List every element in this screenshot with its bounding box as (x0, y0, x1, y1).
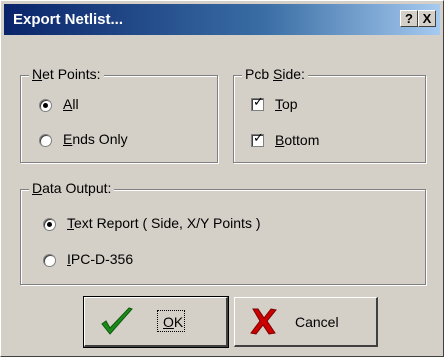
radio-selected-dot (47, 222, 52, 227)
checkmark-icon: ✓ (253, 131, 264, 146)
title-bar[interactable]: Export Netlist... ? X (4, 4, 440, 35)
cancel-button[interactable]: Cancel (234, 297, 378, 347)
window-title: Export Netlist... (13, 11, 124, 28)
radio-all[interactable] (39, 99, 52, 112)
radio-all-label[interactable]: All (63, 96, 79, 112)
net-points-group: Net Points: All Ends Only (20, 66, 218, 163)
export-netlist-dialog: Export Netlist... ? X Net Points: All En… (0, 0, 444, 357)
radio-ends-only-label[interactable]: Ends Only (63, 131, 128, 147)
net-points-legend: Net Points: (29, 66, 104, 82)
pcb-side-group: Pcb Side: ✓ Top ✓ Bottom (233, 66, 426, 163)
close-button[interactable]: X (418, 10, 436, 27)
checkbox-top-label[interactable]: Top (275, 96, 298, 112)
radio-text-report[interactable] (43, 218, 56, 231)
radio-ipc-d-356-label[interactable]: IPC-D-356 (67, 251, 133, 267)
radio-ends-only[interactable] (39, 134, 52, 147)
ok-label: OK (163, 314, 184, 330)
checkbox-top[interactable]: ✓ (251, 95, 264, 111)
checkbox-bottom[interactable]: ✓ (251, 131, 264, 147)
pcb-side-legend: Pcb Side: (242, 66, 308, 82)
help-button[interactable]: ? (400, 10, 418, 27)
data-output-group: Data Output: Text Report ( Side, X/Y Poi… (20, 180, 426, 285)
radio-text-report-label[interactable]: Text Report ( Side, X/Y Points ) (67, 215, 261, 231)
ok-button[interactable]: OK (83, 296, 229, 348)
radio-selected-dot (43, 103, 48, 108)
radio-ipc-d-356[interactable] (43, 254, 56, 267)
red-x-icon (250, 308, 277, 335)
data-output-legend: Data Output: (29, 180, 115, 196)
checkmark-icon: ✓ (253, 95, 264, 110)
cancel-label: Cancel (295, 314, 339, 330)
checkbox-bottom-label[interactable]: Bottom (275, 132, 319, 148)
green-checkmark-icon (101, 307, 133, 335)
close-icon: X (422, 11, 432, 26)
